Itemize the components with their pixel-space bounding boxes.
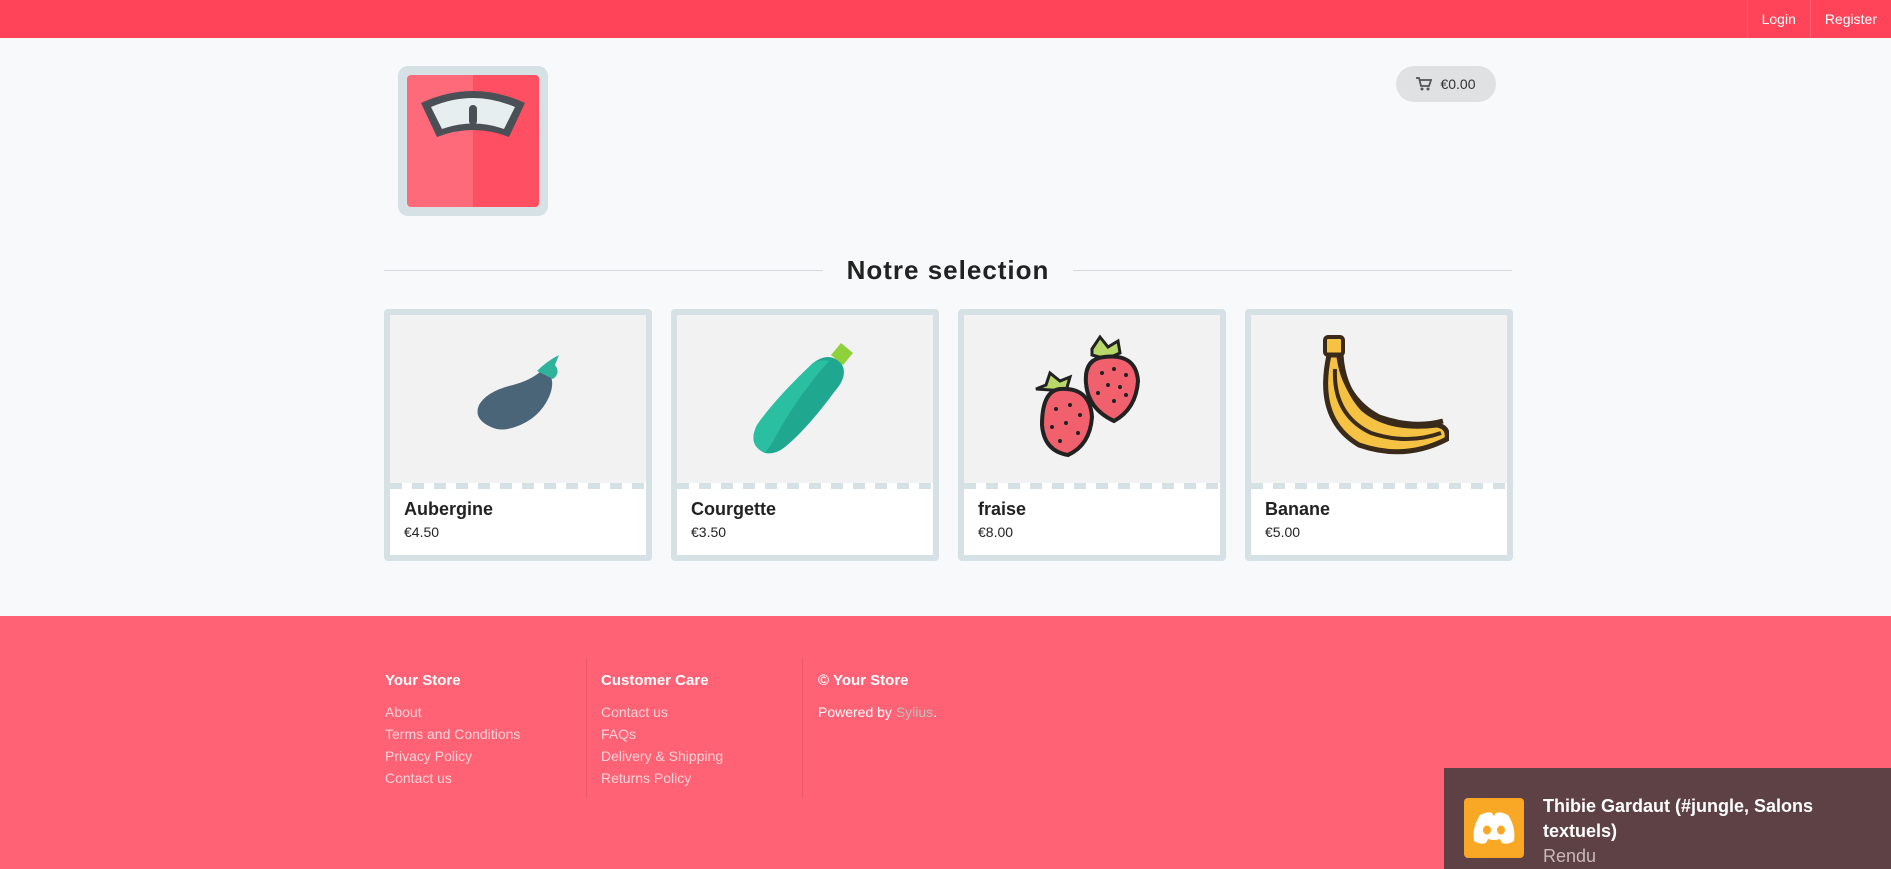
powered-by: Powered by Sylius.	[818, 701, 937, 723]
product-info: Courgette €3.50	[677, 489, 933, 555]
product-image[interactable]	[677, 315, 933, 483]
cart-total: €0.00	[1440, 76, 1476, 92]
cart-icon	[1416, 77, 1433, 91]
powered-by-suffix: .	[933, 704, 938, 720]
footer-link-privacy[interactable]: Privacy Policy	[385, 745, 520, 767]
notification-toast[interactable]: Thibie Gardaut (#jungle, Salons textuels…	[1444, 768, 1891, 869]
product-price: €3.50	[691, 524, 727, 540]
discord-icon	[1464, 798, 1524, 858]
footer-link-contact-us[interactable]: Contact us	[601, 701, 723, 723]
product-name[interactable]: Aubergine	[404, 499, 632, 520]
product-name[interactable]: Courgette	[691, 499, 919, 520]
section-title: Notre selection	[846, 254, 1050, 285]
eggplant-icon	[477, 355, 559, 430]
product-info: Aubergine €4.50	[390, 489, 646, 555]
product-card-banane[interactable]: Banane €5.00	[1245, 309, 1513, 561]
notification-subtitle: Rendu	[1543, 846, 1597, 866]
store-logo[interactable]	[398, 66, 548, 216]
register-link[interactable]: Register	[1809, 0, 1891, 38]
product-price: €4.50	[404, 524, 440, 540]
product-name[interactable]: fraise	[978, 499, 1206, 520]
footer-link-terms[interactable]: Terms and Conditions	[385, 723, 520, 745]
product-price: €8.00	[978, 524, 1014, 540]
notification-title: Thibie Gardaut (#jungle, Salons textuels…	[1543, 796, 1814, 841]
banana-icon	[1323, 335, 1449, 455]
footer-link-delivery[interactable]: Delivery & Shipping	[601, 745, 723, 767]
divider-right	[1073, 269, 1513, 271]
footer-link-returns[interactable]: Returns Policy	[601, 767, 723, 789]
footer-col-store: Your Store About Terms and Conditions Pr…	[385, 672, 520, 789]
product-card-courgette[interactable]: Courgette €3.50	[671, 309, 939, 561]
copyright-heading: © Your Store	[818, 672, 909, 689]
zucchini-icon	[753, 343, 853, 454]
product-info: fraise €8.00	[964, 489, 1220, 555]
footer-link-about[interactable]: About	[385, 701, 520, 723]
powered-by-prefix: Powered by	[818, 704, 896, 720]
footer-link-faqs[interactable]: FAQs	[601, 723, 723, 745]
top-bar: Login Register	[0, 0, 1891, 38]
footer-separator	[586, 658, 587, 798]
product-image[interactable]	[1251, 315, 1507, 483]
footer-heading: Customer Care	[601, 672, 709, 689]
footer-heading: Your Store	[385, 672, 461, 689]
strawberry-icon	[1035, 334, 1141, 458]
product-card-aubergine[interactable]: Aubergine €4.50	[384, 309, 652, 561]
product-card-fraise[interactable]: fraise €8.00	[958, 309, 1226, 561]
footer-link-contact[interactable]: Contact us	[385, 767, 520, 789]
section-header: Notre selection	[384, 252, 1513, 288]
sylius-link[interactable]: Sylius	[896, 704, 933, 720]
account-menu: Login Register	[1746, 0, 1891, 38]
product-image[interactable]	[390, 315, 646, 483]
product-price: €5.00	[1265, 524, 1301, 540]
scale-icon	[407, 75, 539, 207]
product-image[interactable]	[964, 315, 1220, 483]
product-name[interactable]: Banane	[1265, 499, 1493, 520]
divider-left	[384, 269, 823, 271]
product-info: Banane €5.00	[1251, 489, 1507, 555]
footer-separator	[802, 658, 803, 798]
login-link[interactable]: Login	[1746, 0, 1810, 38]
footer-col-care: Customer Care Contact us FAQs Delivery &…	[601, 672, 723, 789]
cart-button[interactable]: €0.00	[1396, 66, 1496, 102]
footer-col-copyright: © Your Store Powered by Sylius.	[818, 672, 937, 723]
